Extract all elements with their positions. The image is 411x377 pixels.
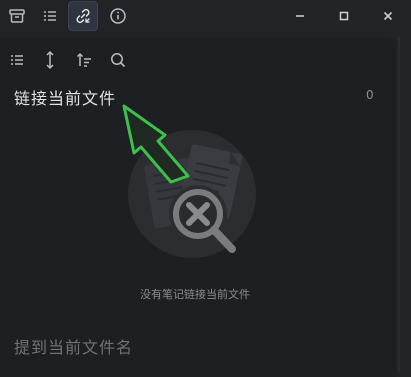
archive-icon — [9, 9, 25, 23]
tab-header-bar — [0, 0, 411, 32]
tab-backlinks[interactable] — [68, 1, 98, 31]
empty-state-message: 没有笔记链接当前文件 — [140, 288, 250, 301]
outline-list-icon — [44, 11, 56, 21]
info-icon — [110, 8, 126, 24]
collapse-results-button[interactable] — [4, 48, 30, 72]
list-icon — [11, 55, 23, 65]
change-sort-order-button[interactable] — [71, 48, 97, 72]
search-icon — [111, 53, 126, 68]
search-filter-button[interactable] — [105, 48, 131, 72]
maximize-button[interactable] — [331, 3, 357, 29]
tab-file-info[interactable] — [103, 1, 133, 31]
tab-outline[interactable] — [35, 1, 65, 31]
pane-border — [398, 37, 400, 372]
linked-mentions-count: 0 — [366, 88, 374, 102]
minimize-button[interactable] — [287, 3, 313, 29]
expand-vertical-icon — [46, 50, 54, 70]
maximize-icon — [339, 11, 349, 21]
sort-icon — [76, 52, 91, 67]
annotation-arrow-icon — [122, 104, 190, 184]
linked-mentions-header[interactable]: 链接当前文件 — [14, 85, 116, 109]
close-window-button[interactable] — [375, 3, 401, 29]
tab-archive[interactable] — [2, 1, 32, 31]
link-icon — [76, 8, 90, 24]
show-more-context-button[interactable] — [37, 48, 63, 72]
minimize-icon — [296, 15, 304, 17]
close-icon — [383, 11, 393, 21]
unlinked-mentions-header[interactable]: 提到当前文件名 — [14, 334, 133, 358]
